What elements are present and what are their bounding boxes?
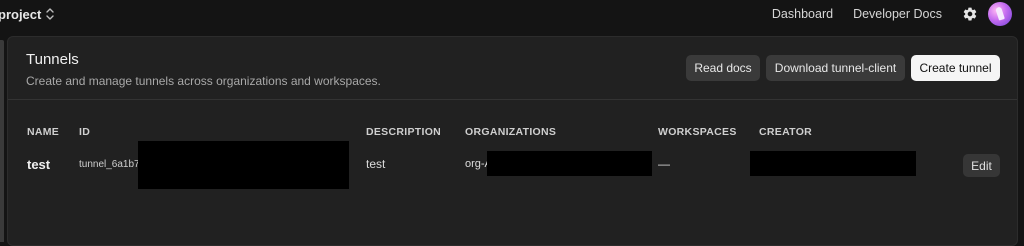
top-bar: project Dashboard Developer Docs [0, 0, 1024, 28]
redacted-creator-block [750, 151, 916, 176]
tunnel-id-cell: tunnel_6a1b7 [79, 159, 140, 170]
workspaces-cell: — [658, 157, 670, 171]
chevron-up-down-icon [45, 7, 55, 21]
column-header-name: NAME [27, 126, 60, 138]
tunnel-name-cell: test [27, 157, 51, 172]
panel-header: Tunnels Create and manage tunnels across… [8, 37, 1017, 100]
project-switcher-label: project [0, 6, 42, 22]
column-header-id: ID [79, 126, 91, 138]
page-subtitle: Create and manage tunnels across organiz… [26, 74, 381, 88]
gear-icon[interactable] [962, 6, 978, 22]
redacted-id-block [138, 141, 349, 189]
nav-dashboard-link[interactable]: Dashboard [772, 7, 833, 21]
column-header-workspaces: WORKSPACES [658, 126, 737, 138]
read-docs-button[interactable]: Read docs [686, 55, 760, 81]
column-header-organizations: ORGANIZATIONS [465, 126, 557, 138]
user-avatar[interactable] [988, 2, 1012, 26]
nav-developer-docs-link[interactable]: Developer Docs [853, 7, 942, 21]
tunnels-panel: Tunnels Create and manage tunnels across… [7, 36, 1018, 246]
description-cell: test [366, 157, 386, 171]
top-nav: Dashboard Developer Docs [772, 0, 1024, 28]
edit-tunnel-button[interactable]: Edit [963, 154, 1000, 177]
column-header-creator: CREATOR [759, 126, 813, 138]
column-header-description: DESCRIPTION [366, 126, 442, 138]
sidebar-edge [0, 40, 4, 242]
project-switcher[interactable]: project [0, 7, 55, 22]
create-tunnel-button[interactable]: Create tunnel [911, 55, 1000, 81]
download-tunnel-client-button[interactable]: Download tunnel-client [766, 55, 905, 81]
redacted-organization-block [487, 151, 652, 176]
page-title: Tunnels [26, 51, 79, 68]
